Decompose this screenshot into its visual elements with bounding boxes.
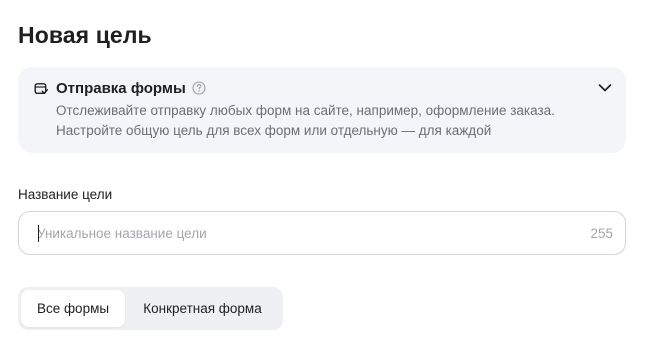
page-title: Новая цель (18, 22, 152, 48)
text-caret (38, 225, 39, 242)
specific-form-option[interactable]: Конкретная форма (125, 290, 280, 327)
goal-create-page: Новая цель Отправка формы Отслеживайте о… (0, 0, 647, 338)
goal-type-description: Отслеживайте отправку любых форм на сайт… (56, 101, 596, 141)
chevron-down-icon[interactable] (598, 83, 612, 93)
description-line: Отслеживайте отправку любых форм на сайт… (56, 103, 555, 118)
goal-type-title: Отправка формы (56, 80, 186, 97)
form-scope-switch: Все формы Конкретная форма (18, 287, 283, 330)
description-line: Настройте общую цель для всех форм или о… (56, 123, 492, 138)
form-submit-icon (34, 83, 48, 94)
char-limit-counter: 255 (590, 226, 613, 241)
all-forms-option[interactable]: Все формы (21, 290, 125, 327)
goal-name-label: Название цели (18, 187, 113, 202)
question-circle-icon[interactable] (192, 81, 206, 95)
goal-type-card[interactable]: Отправка формы Отслеживайте отправку люб… (18, 67, 626, 153)
goal-name-field[interactable]: 255 (18, 211, 626, 255)
goal-name-input[interactable] (37, 212, 577, 254)
